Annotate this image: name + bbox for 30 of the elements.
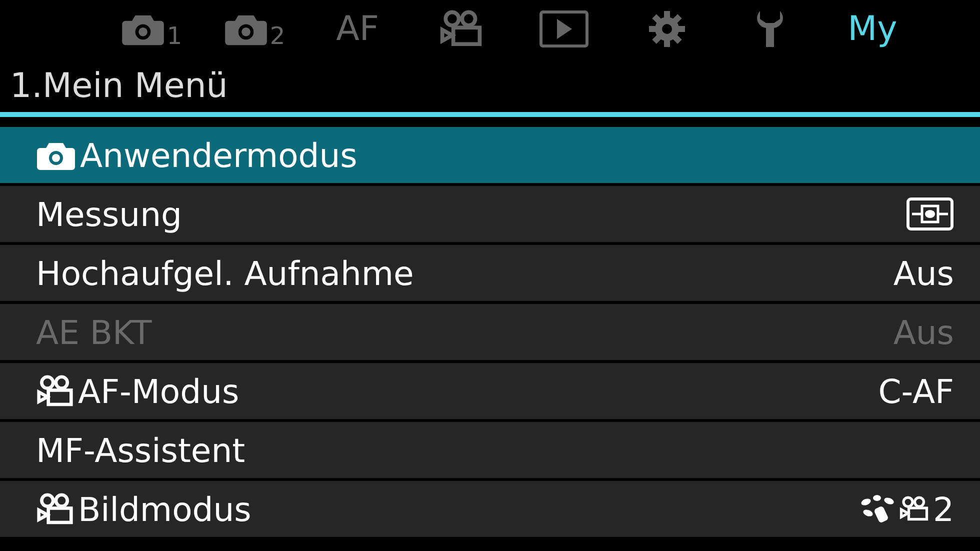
movie-camera-icon [36,374,74,408]
tab-number: 2 [270,22,286,50]
metering-icon [906,197,954,231]
menu-label: AE BKT [36,312,152,352]
settings-icon [646,9,686,49]
menu-value: C-AF [878,372,954,410]
menu-tab[interactable]: My [821,4,924,54]
menu-label: AF-Modus [78,372,240,410]
menu-row[interactable]: MF-Assistent [0,422,980,478]
menu-row[interactable]: AF-Modus C-AF [0,363,980,419]
menu-row[interactable]: Anwendermodus [0,127,980,183]
menu-row[interactable]: Bildmodus 2 [0,481,980,537]
picture-mode-icon [859,493,895,525]
menu-row[interactable]: Hochaufgel. Aufnahme Aus [0,245,980,301]
menu-label: Messung [36,194,182,234]
menu-value: Aus [893,254,954,292]
menu-label: Hochaufgel. Aufnahme [36,254,414,292]
movie-camera-icon [36,492,74,526]
menu-value: Aus [893,312,954,352]
menu-tab[interactable]: AF [306,4,409,54]
menu-label: Bildmodus [78,490,252,528]
movie-camera-icon [899,496,929,522]
menu-row[interactable]: Messung [0,186,980,242]
menu-label: MF-Assistent [36,430,246,470]
movie-camera-icon [438,10,482,48]
tab-number: 1 [166,22,182,50]
menu-label: Anwendermodus [80,136,358,174]
play-icon [538,10,588,48]
menu-value: 2 [933,490,954,528]
menu-title: 1.Mein Menü [9,65,229,108]
